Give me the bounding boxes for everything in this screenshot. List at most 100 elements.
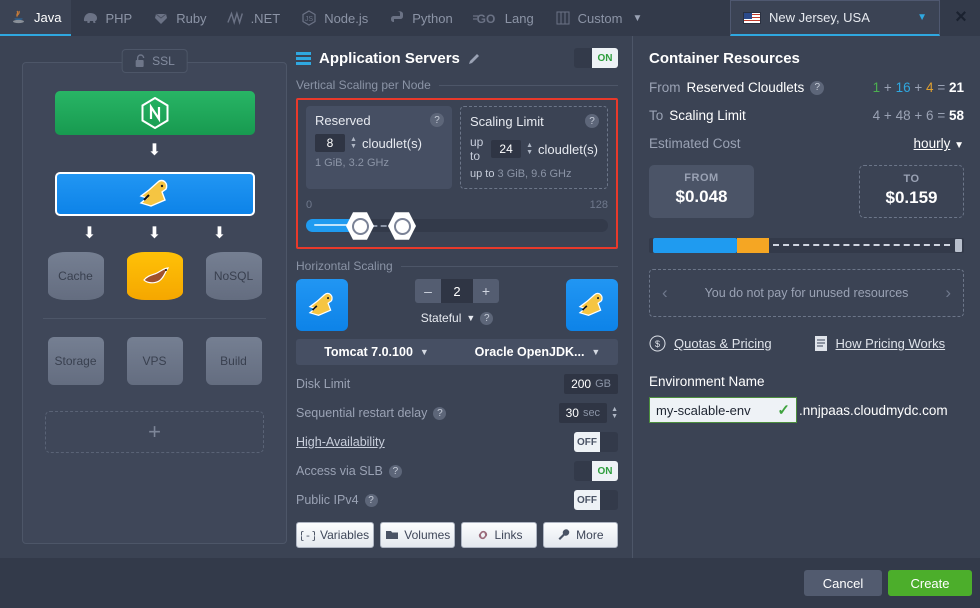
increment-button[interactable]: +	[473, 279, 499, 303]
links-icon	[476, 529, 490, 541]
ssl-label: SSL	[152, 54, 175, 68]
engine-version-select[interactable]: Tomcat 7.0.100 ▼	[296, 339, 457, 365]
chevron-down-icon: ▼	[466, 313, 476, 323]
node-build[interactable]: Build	[205, 337, 262, 385]
node-power-toggle[interactable]: ON	[574, 48, 618, 68]
add-node-button[interactable]: +	[45, 411, 264, 453]
cloudlet-slider[interactable]: 0 128	[306, 199, 608, 240]
public-ipv4-toggle[interactable]: OFF	[574, 490, 618, 510]
help-icon[interactable]: ?	[585, 114, 599, 128]
create-button[interactable]: Create	[888, 570, 972, 596]
node-storage[interactable]: Storage	[47, 337, 104, 385]
spinner-up-icon: ▲	[526, 141, 534, 149]
tomcat-icon	[573, 292, 611, 318]
tab-java[interactable]: Java	[0, 0, 72, 36]
high-availability-toggle[interactable]: OFF	[574, 432, 618, 452]
price-bar-extra	[737, 238, 769, 253]
stateful-dropdown[interactable]: Stateful ▼ ?	[415, 311, 499, 325]
slider-handle-limit[interactable]	[388, 212, 416, 240]
reserved-title: Reserved	[315, 113, 371, 128]
environment-name-input[interactable]: my-scalable-env ✓	[649, 397, 797, 423]
reserved-detail: 1 GiB, 3.2 GHz	[315, 157, 389, 169]
extras-row: Storage VPS Build	[23, 337, 286, 385]
tab-php[interactable]: PHP	[71, 0, 142, 36]
help-icon[interactable]: ?	[388, 464, 402, 478]
slider-endpoints: 0 128	[306, 199, 608, 211]
button-label: Volumes	[404, 528, 451, 542]
help-icon[interactable]: ?	[480, 311, 494, 325]
decrement-button[interactable]: –	[415, 279, 441, 303]
access-slb-toggle[interactable]: ON	[574, 461, 618, 481]
tab-python[interactable]: Python	[378, 0, 462, 36]
from-reserved-row: From Reserved Cloudlets ? 1 + 16 + 4 = 2…	[649, 80, 964, 95]
restart-delay-spinner[interactable]: ▲ ▼	[611, 405, 618, 420]
price-bar-dashed	[773, 244, 950, 246]
restart-delay-input[interactable]: 30 sec	[558, 403, 608, 423]
tab-go-lang[interactable]: GO Lang	[463, 0, 544, 36]
help-icon[interactable]: ?	[430, 113, 444, 127]
tab-custom[interactable]: Custom ▼	[544, 0, 663, 36]
limit-spinner[interactable]: ▲ ▼	[526, 141, 534, 156]
price-bar-reserved	[653, 238, 737, 253]
spinner-down-icon: ▼	[350, 142, 357, 150]
close-icon[interactable]: ×	[950, 7, 972, 29]
reserved-unit: cloudlet(s)	[361, 135, 422, 151]
price-to-box: TO $0.159	[859, 165, 964, 218]
horizontal-scaling-row: – 2 + Stateful ▼ ?	[296, 279, 618, 331]
help-icon[interactable]: ?	[364, 493, 378, 507]
flow-arrow-icon: ⬇	[82, 225, 97, 242]
carousel-next-icon[interactable]: ›	[945, 283, 951, 303]
variables-button[interactable]: {-} Variables	[296, 522, 375, 548]
plus-icon: +	[148, 419, 161, 444]
spinner-up-icon: ▲	[611, 405, 618, 413]
toggle-state: ON	[592, 461, 618, 481]
hamburger-icon[interactable]	[296, 51, 311, 65]
reserved-input[interactable]: 8	[315, 134, 345, 152]
tomcat-icon	[133, 179, 177, 209]
plus-sign: +	[883, 80, 892, 95]
node-nosql[interactable]: NoSQL	[205, 252, 262, 300]
plus-sign: +	[883, 108, 892, 123]
jdk-select[interactable]: Oracle OpenJDK... ▼	[457, 339, 618, 365]
chevron-down-icon: ▼	[591, 347, 601, 357]
quotas-pricing-link[interactable]: $ Quotas & Pricing	[649, 335, 772, 352]
price-from-box: FROM $0.048	[649, 165, 754, 218]
tab-ruby[interactable]: Ruby	[142, 0, 216, 36]
reserved-spinner[interactable]: ▲ ▼	[350, 136, 357, 150]
links-button[interactable]: Links	[461, 522, 537, 548]
cost-period-dropdown[interactable]: hourly ▼	[914, 136, 964, 151]
how-pricing-works-link[interactable]: How Pricing Works	[814, 335, 945, 352]
equals-sign: =	[937, 108, 946, 123]
help-icon[interactable]: ?	[433, 406, 447, 420]
slider-handle-reserved[interactable]	[346, 212, 374, 240]
node-nginx-balancer[interactable]	[54, 91, 255, 135]
price-from-caption: FROM	[684, 172, 719, 184]
node-vps[interactable]: VPS	[126, 337, 183, 385]
disk-limit-input[interactable]: 200 GB	[564, 374, 618, 394]
high-availability-label[interactable]: High-Availability	[296, 435, 385, 449]
chevron-down-icon[interactable]: ▼	[628, 13, 652, 24]
node-count-value[interactable]: 2	[441, 279, 473, 303]
node-mariadb[interactable]	[126, 252, 183, 300]
pencil-icon[interactable]	[468, 52, 481, 65]
volumes-button[interactable]: Volumes	[380, 522, 456, 548]
cancel-button[interactable]: Cancel	[804, 570, 882, 596]
region-selector[interactable]: New Jersey, USA ▼	[730, 0, 940, 36]
limit-detail-row: up to 3 GiB, 9.6 GHz	[470, 168, 598, 180]
ssl-toggle-chip[interactable]: SSL	[121, 49, 188, 73]
tab-nodejs[interactable]: JS Node.js	[290, 0, 378, 36]
chevron-down-icon[interactable]: ▼	[917, 12, 927, 23]
equals-sign: =	[937, 80, 946, 95]
engine-icon-right[interactable]	[566, 279, 618, 331]
tab-label: Java	[34, 9, 62, 25]
toggle-knob	[574, 461, 592, 481]
scaling-limit-input[interactable]: 24	[491, 140, 522, 158]
help-icon[interactable]: ?	[810, 80, 825, 95]
node-cache[interactable]: Cache	[47, 252, 104, 300]
tab-dotnet[interactable]: .NET	[217, 0, 291, 36]
node-tomcat-server[interactable]	[54, 172, 255, 216]
more-button[interactable]: More	[542, 522, 618, 548]
region-label: New Jersey, USA	[769, 10, 870, 25]
custom-stack-icon	[554, 9, 572, 27]
engine-icon-left[interactable]	[296, 279, 348, 331]
